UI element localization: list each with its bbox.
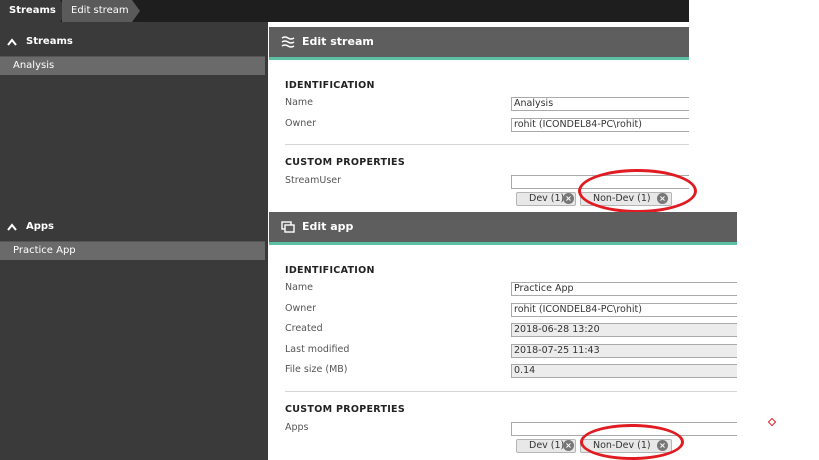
stream-icon xyxy=(281,36,295,48)
owner-label: Owner xyxy=(285,118,317,129)
apps-panel-title: Apps xyxy=(26,221,55,232)
divider xyxy=(285,144,689,145)
highlight-circle xyxy=(580,424,684,460)
chevron-up-icon[interactable] xyxy=(7,223,17,231)
file-size-field: 0.14 xyxy=(511,364,737,378)
custom-properties-heading: CUSTOM PROPERTIES xyxy=(285,404,405,415)
apps-property-label: Apps xyxy=(285,422,309,433)
breadcrumb-edit-stream[interactable]: Edit stream xyxy=(62,0,140,22)
last-modified-label: Last modified xyxy=(285,344,350,355)
tag-dev-label: Dev (1) xyxy=(529,440,565,451)
remove-tag-dev-icon[interactable]: × xyxy=(563,440,574,451)
app-name-input[interactable]: Practice App xyxy=(511,282,737,296)
identification-heading: IDENTIFICATION xyxy=(285,265,375,276)
app-owner-field[interactable]: rohit (ICONDEL84-PC\rohit) xyxy=(511,303,737,317)
remove-tag-dev-icon[interactable]: × xyxy=(563,193,574,204)
app-icon xyxy=(281,221,295,233)
edit-app-panel: Edit app IDENTIFICATION Name Practice Ap… xyxy=(269,212,737,460)
highlight-circle xyxy=(578,169,697,213)
chevron-up-icon[interactable] xyxy=(7,38,17,46)
identification-heading: IDENTIFICATION xyxy=(285,80,375,91)
name-label: Name xyxy=(285,97,314,108)
stream-owner-field[interactable]: rohit (ICONDEL84-PC\rohit) xyxy=(511,118,689,132)
streams-panel-header[interactable]: Streams xyxy=(0,27,265,57)
created-field: 2018-06-28 13:20 xyxy=(511,323,737,337)
edit-stream-header: Edit stream xyxy=(269,27,689,60)
last-modified-field: 2018-07-25 11:43 xyxy=(511,344,737,358)
owner-label: Owner xyxy=(285,303,317,314)
apps-panel-header[interactable]: Apps xyxy=(0,212,265,242)
streamuser-label: StreamUser xyxy=(285,175,342,186)
edit-app-header: Edit app xyxy=(269,212,737,245)
edit-stream-title: Edit stream xyxy=(302,35,374,48)
stream-item-analysis[interactable]: Analysis xyxy=(0,57,265,75)
app-item-practice-app[interactable]: Practice App xyxy=(0,242,265,260)
file-size-label: File size (MB) xyxy=(285,364,348,375)
custom-properties-heading: CUSTOM PROPERTIES xyxy=(285,157,405,168)
stream-name-input[interactable]: Analysis xyxy=(511,97,689,111)
edit-app-title: Edit app xyxy=(302,220,354,233)
marker-icon xyxy=(767,417,777,427)
streams-panel-title: Streams xyxy=(26,36,73,47)
breadcrumb-streams[interactable]: Streams xyxy=(0,0,68,22)
name-label: Name xyxy=(285,282,314,293)
tag-dev-label: Dev (1) xyxy=(529,193,565,204)
created-label: Created xyxy=(285,323,323,334)
divider xyxy=(285,391,737,392)
